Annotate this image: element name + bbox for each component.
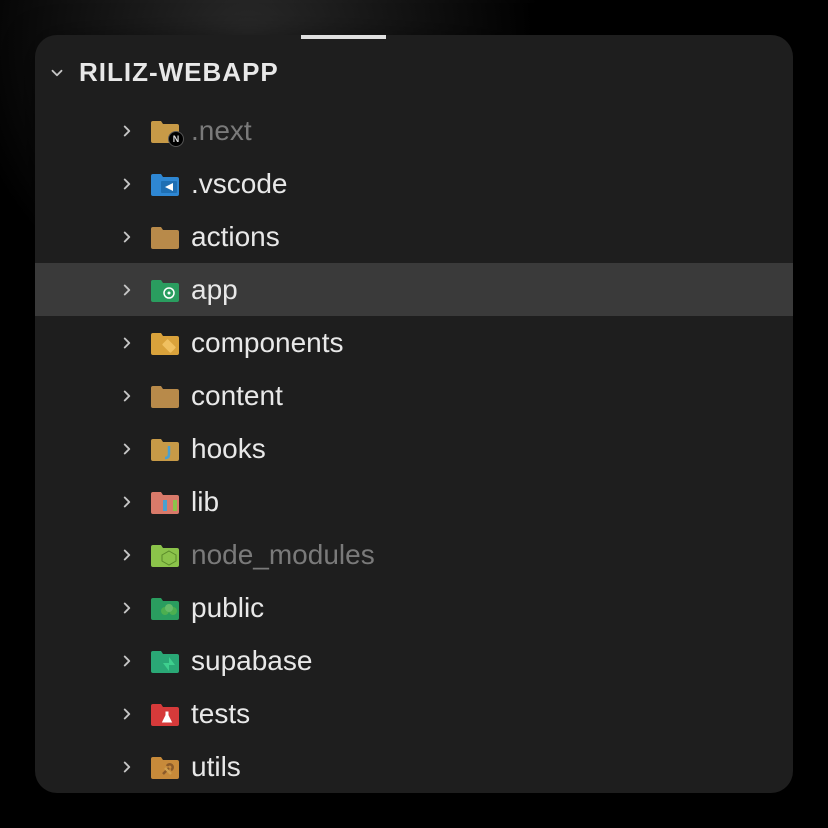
tree-item--next[interactable]: N .next xyxy=(35,104,793,157)
components-folder-icon xyxy=(149,330,181,356)
project-name: RILIZ-WEBAPP xyxy=(79,57,279,88)
vscode-folder-icon xyxy=(149,171,181,197)
tests-folder-icon xyxy=(149,701,181,727)
tree-item-actions[interactable]: actions xyxy=(35,210,793,263)
hooks-folder-icon xyxy=(149,436,181,462)
tree-item--vscode[interactable]: .vscode xyxy=(35,157,793,210)
chevron-right-icon[interactable] xyxy=(115,331,139,355)
tree-item-label: content xyxy=(191,380,283,412)
tree-item-label: .vscode xyxy=(191,168,288,200)
tree-item-label: actions xyxy=(191,221,280,253)
utils-folder-icon xyxy=(149,754,181,780)
tree-item-public[interactable]: public xyxy=(35,581,793,634)
chevron-right-icon[interactable] xyxy=(115,596,139,620)
tree-item-content[interactable]: content xyxy=(35,369,793,422)
folder-icon xyxy=(149,224,181,250)
tree-item-label: supabase xyxy=(191,645,312,677)
folder-icon xyxy=(149,383,181,409)
chevron-right-icon[interactable] xyxy=(115,649,139,673)
lib-folder-icon xyxy=(149,489,181,515)
chevron-right-icon[interactable] xyxy=(115,278,139,302)
public-folder-icon xyxy=(149,595,181,621)
tree-item-label: components xyxy=(191,327,344,359)
chevron-right-icon[interactable] xyxy=(115,702,139,726)
tree-item-components[interactable]: components xyxy=(35,316,793,369)
tree-item-supabase[interactable]: supabase xyxy=(35,634,793,687)
tree-item-label: tests xyxy=(191,698,250,730)
tree-item-label: .next xyxy=(191,115,252,147)
chevron-down-icon xyxy=(45,61,69,85)
tree-item-hooks[interactable]: hooks xyxy=(35,422,793,475)
tree-item-label: public xyxy=(191,592,264,624)
tree-item-node-modules[interactable]: node_modules xyxy=(35,528,793,581)
tab-indicator xyxy=(301,35,386,39)
chevron-right-icon[interactable] xyxy=(115,490,139,514)
explorer-panel: RILIZ-WEBAPP N .next .vscode actions app … xyxy=(35,35,793,793)
tree-item-label: lib xyxy=(191,486,219,518)
tree-item-label: app xyxy=(191,274,238,306)
chevron-right-icon[interactable] xyxy=(115,172,139,196)
project-header[interactable]: RILIZ-WEBAPP xyxy=(35,35,793,102)
tree-item-tests[interactable]: tests xyxy=(35,687,793,740)
tree-item-label: utils xyxy=(191,751,241,783)
tree-item-label: node_modules xyxy=(191,539,375,571)
tree-item-utils[interactable]: utils xyxy=(35,740,793,793)
next-folder-icon: N xyxy=(149,118,181,144)
chevron-right-icon[interactable] xyxy=(115,225,139,249)
node-folder-icon xyxy=(149,542,181,568)
tree-item-app[interactable]: app xyxy=(35,263,793,316)
next-badge-icon: N xyxy=(168,131,184,147)
supabase-folder-icon xyxy=(149,648,181,674)
chevron-right-icon[interactable] xyxy=(115,543,139,567)
chevron-right-icon[interactable] xyxy=(115,384,139,408)
tree-item-lib[interactable]: lib xyxy=(35,475,793,528)
chevron-right-icon[interactable] xyxy=(115,755,139,779)
app-folder-icon xyxy=(149,277,181,303)
tree-item-label: hooks xyxy=(191,433,266,465)
chevron-right-icon[interactable] xyxy=(115,119,139,143)
file-tree: N .next .vscode actions app components co… xyxy=(35,102,793,793)
chevron-right-icon[interactable] xyxy=(115,437,139,461)
